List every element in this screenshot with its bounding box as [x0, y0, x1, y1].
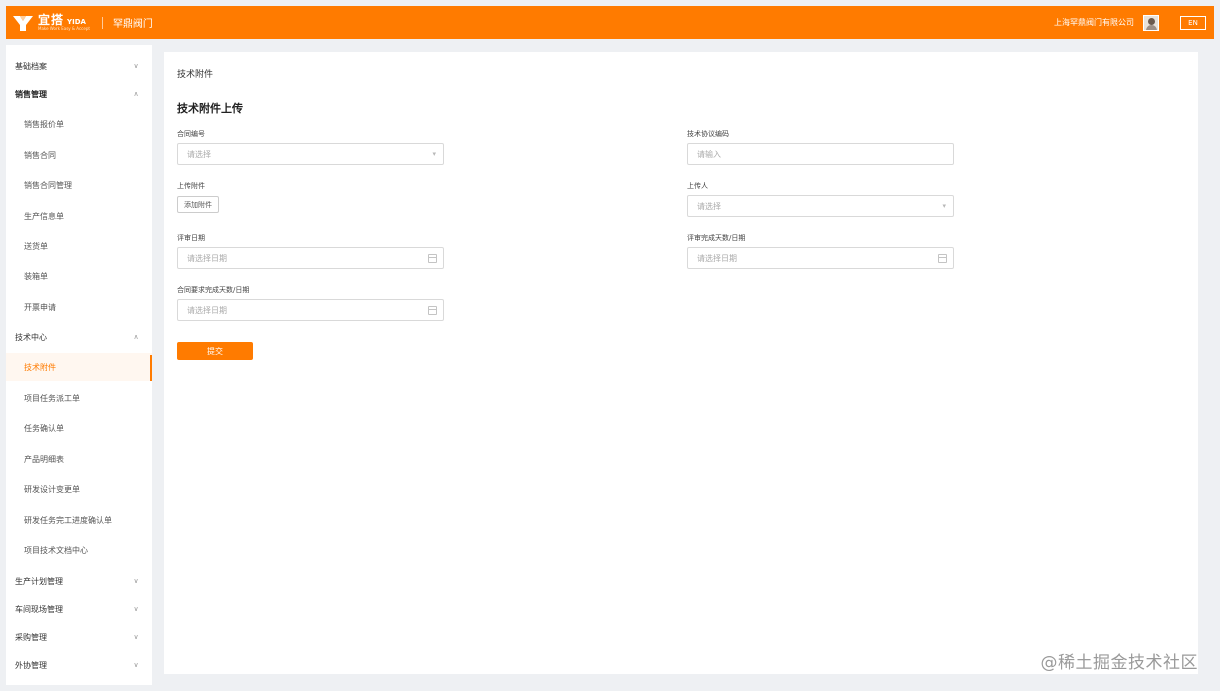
tech-agreement-code-label: 技术协议编码	[687, 130, 729, 138]
sidebar-item-label: 产品明细表	[24, 454, 64, 464]
sidebar-item-tech-attachment[interactable]: 技术附件	[6, 353, 152, 381]
uploader-select[interactable]: 请选择 ▾	[687, 195, 954, 217]
uploader-placeholder: 请选择	[697, 201, 721, 211]
main-panel: 技术附件 技术附件上传 合同编号 请选择 ▾ 技术协议编码 请输入 上传附件 添…	[164, 52, 1198, 674]
review-done-date-label: 评审完成天数/日期	[687, 234, 746, 242]
chevron-down-icon: ∨	[133, 633, 139, 641]
sidebar-item-label: 生产信息单	[24, 211, 64, 221]
contract-no-placeholder: 请选择	[187, 149, 211, 159]
tech-agreement-code-input[interactable]: 请输入	[687, 143, 954, 165]
uploader-label: 上传人	[687, 182, 708, 190]
yida-logo-icon	[12, 14, 34, 32]
submit-button[interactable]: 提交	[177, 342, 253, 360]
brand-title[interactable]: 罕鼎阀门	[113, 15, 153, 30]
sidebar-item-label: 装箱单	[24, 271, 48, 281]
sidebar-item-project-doc-center[interactable]: 项目技术文档中心	[6, 536, 152, 564]
logo-tagline: Make Work Easy & Accept	[38, 26, 90, 31]
review-done-date-placeholder: 请选择日期	[697, 253, 737, 263]
sidebar-item-label: 项目任务派工单	[24, 393, 80, 403]
sidebar-item-procurement[interactable]: 采购管理 ∨	[6, 623, 152, 651]
sidebar-item-sales-contract-management[interactable]: 销售合同管理	[6, 171, 152, 199]
logo-en: YIDA	[67, 18, 86, 26]
sidebar-item-sales-quote[interactable]: 销售报价单	[6, 110, 152, 138]
chevron-down-icon: ∨	[133, 661, 139, 669]
sidebar-item-packing-list[interactable]: 装箱单	[6, 262, 152, 290]
calendar-icon	[428, 306, 437, 315]
sidebar-item-rd-progress-confirmation[interactable]: 研发任务完工进度确认单	[6, 506, 152, 534]
sidebar-item-rd-design-change[interactable]: 研发设计变更单	[6, 475, 152, 503]
caret-down-icon: ▾	[432, 150, 436, 158]
sidebar-item-project-task-dispatch[interactable]: 项目任务派工单	[6, 384, 152, 412]
required-done-date-placeholder: 请选择日期	[187, 305, 227, 315]
sidebar-item-label: 任务确认单	[24, 423, 64, 433]
tech-agreement-code-placeholder: 请输入	[697, 149, 721, 159]
review-date-picker[interactable]: 请选择日期	[177, 247, 444, 269]
sidebar-nav: 基础档案 ∨ 销售管理 ∧ 销售报价单 销售合同 销售合同管理 生产信息单 送货…	[6, 45, 152, 685]
logo-zh: 宜搭	[38, 13, 65, 27]
chevron-down-icon: ∨	[133, 62, 139, 70]
sidebar-item-task-confirmation[interactable]: 任务确认单	[6, 414, 152, 442]
watermark: @稀土掘金技术社区	[1040, 653, 1198, 673]
top-header: 宜搭 YIDA Make Work Easy & Accept 罕鼎阀门 上海罕鼎…	[6, 6, 1214, 39]
sidebar-item-label: 采购管理	[15, 632, 47, 642]
sidebar-item-basic-archives[interactable]: 基础档案 ∨	[6, 52, 152, 80]
sidebar-item-production-planning[interactable]: 生产计划管理 ∨	[6, 567, 152, 595]
sidebar-item-label: 生产计划管理	[15, 576, 63, 586]
upload-attachment-label: 上传附件	[177, 182, 205, 190]
review-date-label: 评审日期	[177, 234, 205, 242]
chevron-up-icon: ∧	[133, 90, 139, 98]
user-avatar[interactable]	[1143, 14, 1159, 31]
sidebar-item-label: 销售管理	[15, 89, 47, 99]
header-divider	[101, 16, 103, 29]
sidebar-item-label: 研发设计变更单	[24, 484, 80, 494]
sidebar-item-label: 基础档案	[15, 61, 47, 71]
chevron-down-icon: ∨	[133, 605, 139, 613]
form-title: 技术附件上传	[177, 102, 243, 115]
chevron-up-icon: ∧	[133, 333, 139, 341]
sidebar-item-sales-contract[interactable]: 销售合同	[6, 141, 152, 169]
sidebar-item-production-info[interactable]: 生产信息单	[6, 202, 152, 230]
add-attachment-button[interactable]: 添加附件	[177, 196, 219, 213]
sidebar-item-workshop-management[interactable]: 车间现场管理 ∨	[6, 595, 152, 623]
sidebar-item-sales-management[interactable]: 销售管理 ∧	[6, 80, 152, 108]
review-date-placeholder: 请选择日期	[187, 253, 227, 263]
sidebar-item-label: 技术附件	[24, 362, 56, 372]
sidebar-item-label: 送货单	[24, 241, 48, 251]
caret-down-icon: ▾	[942, 202, 946, 210]
sidebar-item-label: 销售合同	[24, 150, 56, 160]
contract-no-label: 合同编号	[177, 130, 205, 138]
chevron-down-icon: ∨	[133, 577, 139, 585]
sidebar-item-outsourcing[interactable]: 外协管理 ∨	[6, 651, 152, 679]
sidebar-item-label: 销售报价单	[24, 119, 64, 129]
app-logo[interactable]: 宜搭 YIDA Make Work Easy & Accept	[12, 14, 90, 32]
sidebar-item-label: 车间现场管理	[15, 604, 63, 614]
required-done-date-picker[interactable]: 请选择日期	[177, 299, 444, 321]
sidebar-item-label: 研发任务完工进度确认单	[24, 515, 112, 525]
sidebar-item-label: 开票申请	[24, 302, 56, 312]
sidebar-item-label: 技术中心	[15, 332, 47, 342]
breadcrumb: 技术附件	[177, 70, 214, 80]
review-done-date-picker[interactable]: 请选择日期	[687, 247, 954, 269]
sidebar-item-label: 外协管理	[15, 660, 47, 670]
required-done-date-label: 合同要求完成天数/日期	[177, 286, 250, 294]
sidebar-item-delivery-note[interactable]: 送货单	[6, 232, 152, 260]
sidebar-item-tech-center[interactable]: 技术中心 ∧	[6, 323, 152, 351]
contract-no-select[interactable]: 请选择 ▾	[177, 143, 444, 165]
sidebar-item-label: 销售合同管理	[24, 180, 72, 190]
sidebar-item-product-details[interactable]: 产品明细表	[6, 445, 152, 473]
language-toggle-button[interactable]: EN	[1180, 15, 1206, 30]
company-name: 上海罕鼎阀门有限公司	[1054, 18, 1134, 27]
calendar-icon	[938, 254, 947, 263]
sidebar-item-invoice-request[interactable]: 开票申请	[6, 293, 152, 321]
sidebar-item-label: 项目技术文档中心	[24, 545, 88, 555]
calendar-icon	[428, 254, 437, 263]
